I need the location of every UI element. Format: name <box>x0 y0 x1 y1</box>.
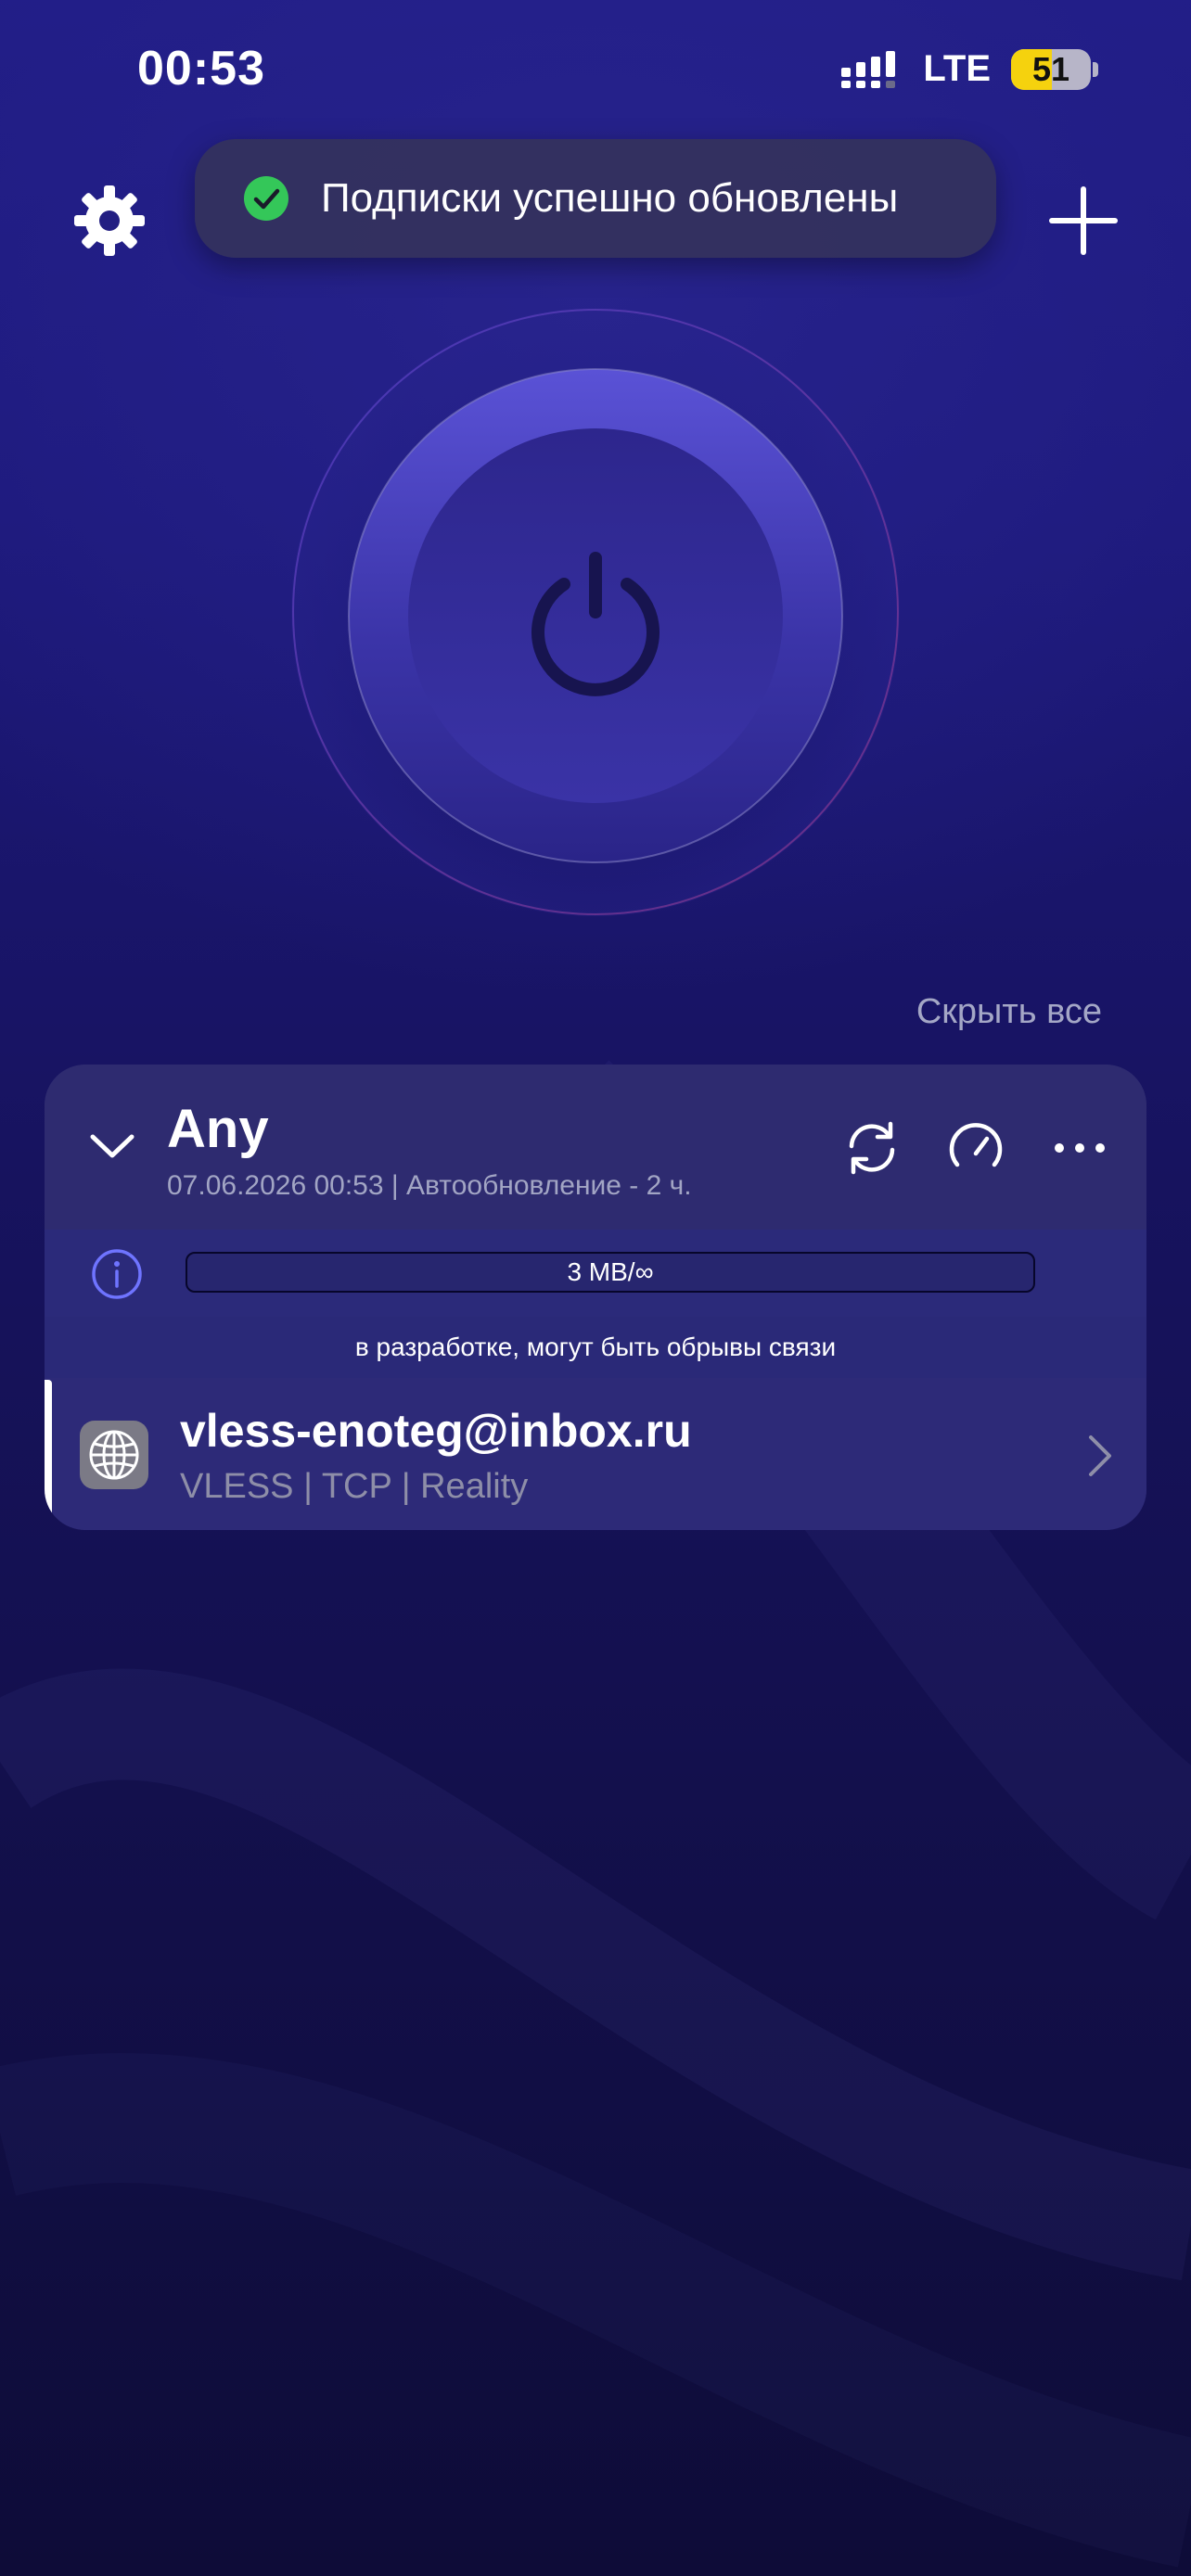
globe-icon <box>89 1430 139 1480</box>
selected-marker <box>45 1380 52 1528</box>
status-time: 00:53 <box>137 42 265 96</box>
speedometer-icon[interactable] <box>946 1118 1005 1178</box>
status-indicators: LTE 51 <box>841 48 1098 90</box>
notice-text: в разработке, могут быть обрывы связи <box>354 1333 837 1361</box>
gear-icon[interactable] <box>72 184 147 258</box>
toast-message: Подписки успешно обновлены <box>321 175 899 221</box>
server-icon-tile <box>80 1421 148 1489</box>
plus-icon[interactable] <box>1048 185 1119 256</box>
usage-row: 3 MB/∞ <box>45 1230 1146 1318</box>
power-area <box>289 306 902 918</box>
toast-notification: Подписки успешно обновлены <box>195 139 996 258</box>
hide-all-button[interactable]: Скрыть все <box>916 992 1102 1032</box>
server-name: vless-enoteg@inbox.ru <box>180 1405 692 1457</box>
notice-row: в разработке, могут быть обрывы связи <box>45 1317 1146 1379</box>
battery-tip <box>1093 61 1098 77</box>
server-item[interactable]: vless-enoteg@inbox.ru VLESS | TCP | Real… <box>45 1378 1146 1530</box>
subscription-title: Any <box>167 1099 269 1159</box>
more-icon[interactable] <box>1050 1118 1109 1178</box>
battery-icon: 51 <box>1011 48 1091 90</box>
check-circle-icon <box>244 176 288 221</box>
power-button[interactable] <box>347 369 840 862</box>
usage-text: 3 MB/∞ <box>567 1257 654 1286</box>
subscription-header: Any 07.06.2026 00:53 | Автообновление - … <box>45 1065 1146 1230</box>
chevron-down-icon[interactable] <box>87 1120 137 1170</box>
chevron-right-icon <box>1089 1435 1111 1476</box>
network-type: LTE <box>923 48 991 89</box>
signal-icon <box>841 50 896 88</box>
battery-percent: 51 <box>1031 49 1070 88</box>
server-protocol: VLESS | TCP | Reality <box>180 1467 529 1506</box>
info-icon[interactable] <box>91 1248 143 1300</box>
refresh-icon[interactable] <box>842 1118 902 1178</box>
subscription-subtitle: 07.06.2026 00:53 | Автообновление - 2 ч. <box>167 1170 692 1201</box>
subscription-card: Any 07.06.2026 00:53 | Автообновление - … <box>45 1065 1146 1530</box>
usage-bar: 3 MB/∞ <box>186 1252 1035 1293</box>
